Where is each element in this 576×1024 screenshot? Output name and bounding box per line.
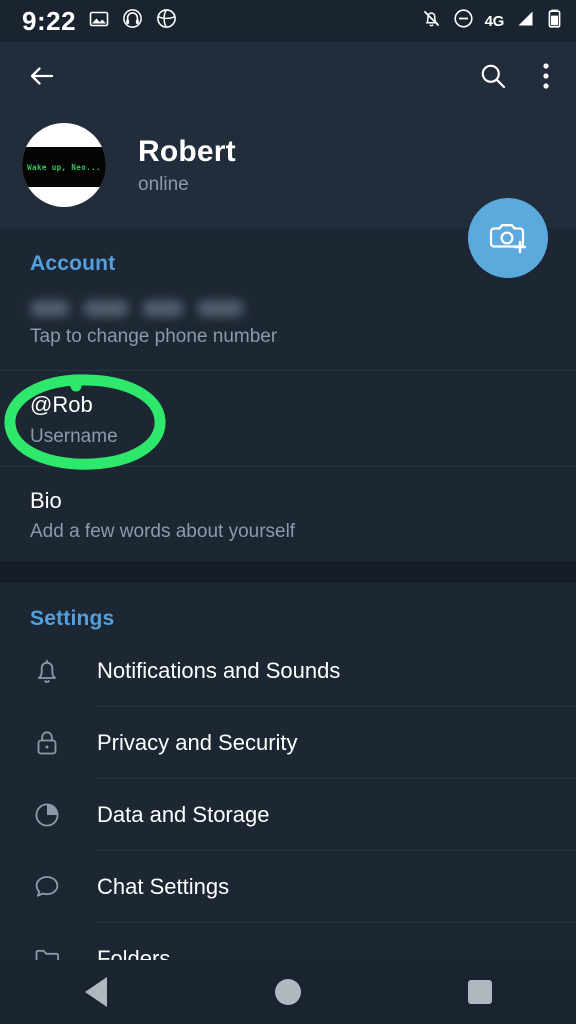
username-value: @Rob (30, 392, 93, 417)
app-header: Wake up, Neo... Robert online (0, 42, 576, 228)
bell-icon (30, 654, 97, 688)
username-subtitle: Username (30, 425, 118, 447)
bio-row[interactable]: Bio Add a few words about yourself (0, 467, 576, 562)
profile-status: online (138, 173, 189, 195)
status-clock: 9:22 (22, 5, 77, 36)
sidebar-item-chat-settings[interactable]: Chat Settings (0, 851, 576, 922)
sidebar-item-label: Privacy and Security (97, 729, 298, 755)
android-nav-bar (0, 960, 576, 1024)
nav-home-button[interactable] (228, 979, 348, 1005)
app-header-toolbar (0, 42, 576, 110)
sidebar-item-label: Notifications and Sounds (97, 657, 341, 683)
sidebar-item-data-storage[interactable]: Data and Storage (0, 779, 576, 850)
settings-section-title: Settings (30, 607, 115, 630)
chat-bubble-icon (30, 870, 97, 904)
phone-number-row[interactable]: Tap to change phone number (0, 280, 576, 370)
username-row[interactable]: @Rob Username (0, 371, 576, 466)
phone-number-value-blurred (30, 280, 576, 320)
sidebar-item-label: Data and Storage (97, 801, 270, 827)
sidebar-item-label: Chat Settings (97, 873, 230, 899)
status-bar-right: 4G (421, 8, 562, 34)
section-separator (0, 561, 576, 583)
do-not-disturb-icon (453, 8, 474, 34)
sidebar-item-privacy[interactable]: Privacy and Security (0, 707, 576, 778)
bio-label: Bio (30, 487, 62, 513)
back-arrow-icon[interactable] (26, 60, 58, 92)
bio-subtitle: Add a few words about yourself (30, 521, 296, 542)
phone-screen: 9:22 4G Wake up, Neo... Robert online Ac… (0, 0, 576, 1024)
settings-section: Settings Notifications and Sounds Privac… (0, 583, 576, 994)
sidebar-item-notifications[interactable]: Notifications and Sounds (0, 635, 576, 706)
status-bar: 9:22 4G (0, 0, 576, 42)
status-bar-left: 9:22 (22, 6, 177, 37)
signal-icon (515, 8, 536, 34)
settings-scroll-area[interactable]: Account Tap to change phone number @Rob … (0, 228, 576, 994)
profile-names: Robert online (138, 135, 236, 196)
avatar[interactable]: Wake up, Neo... (22, 123, 106, 207)
set-profile-photo-button[interactable] (468, 198, 548, 278)
lock-icon (30, 726, 97, 760)
phone-number-subtitle: Tap to change phone number (30, 326, 278, 347)
nav-back-icon (85, 977, 107, 1007)
avatar-band: Wake up, Neo... (22, 147, 106, 187)
camera-add-icon (487, 215, 529, 262)
nav-recents-button[interactable] (420, 980, 540, 1004)
app-header-actions (478, 61, 550, 91)
network-type-label: 4G (484, 12, 505, 30)
globe-icon (156, 8, 177, 34)
nav-back-button[interactable] (36, 977, 156, 1007)
account-section: Account Tap to change phone number @Rob … (0, 228, 576, 561)
image-icon (89, 9, 109, 34)
battery-icon (547, 8, 562, 34)
search-icon[interactable] (478, 61, 508, 91)
profile-name: Robert (138, 134, 236, 168)
more-vertical-icon[interactable] (542, 61, 550, 91)
avatar-text: Wake up, Neo... (27, 162, 101, 172)
bell-off-icon (421, 8, 442, 34)
nav-recents-icon (468, 980, 492, 1004)
nav-home-icon (275, 979, 301, 1005)
pie-chart-icon (30, 798, 97, 832)
headphones-icon (122, 8, 143, 34)
